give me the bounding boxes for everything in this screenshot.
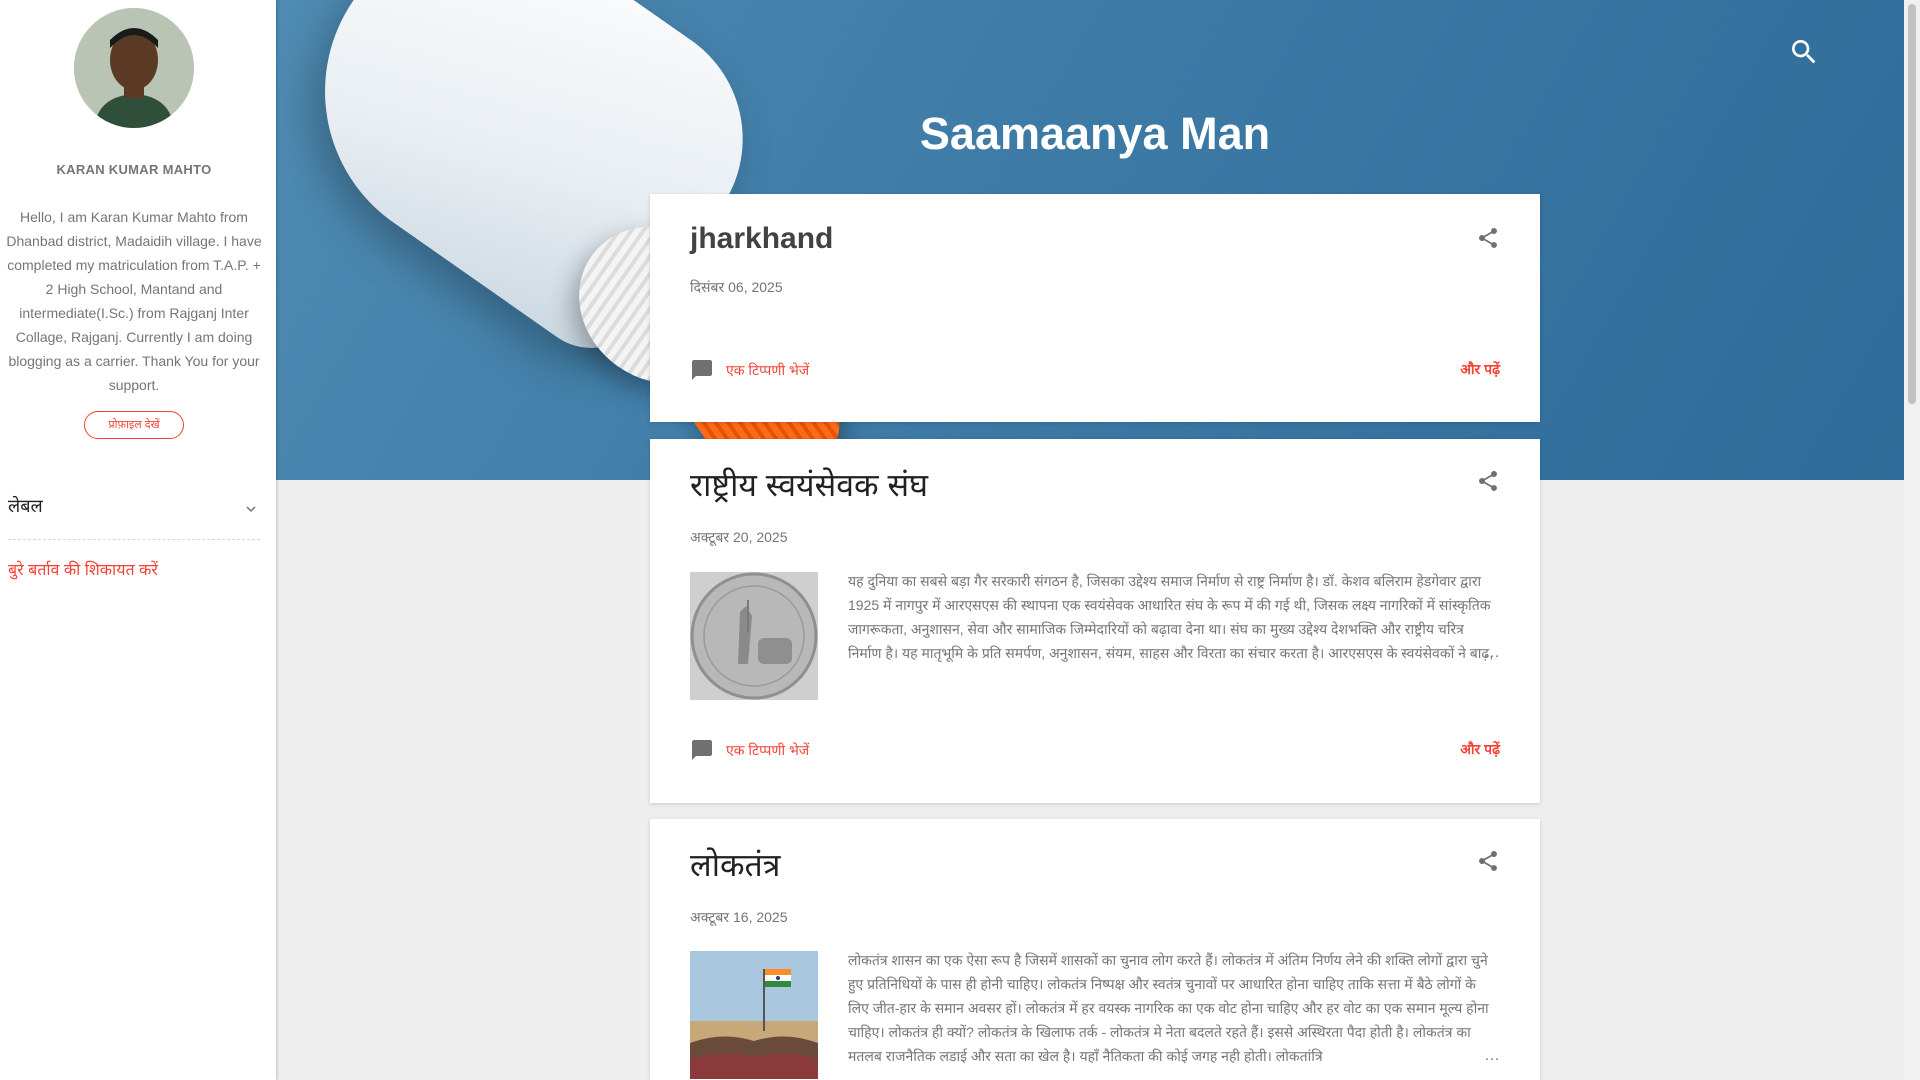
profile-about: Hello, I am Karan Kumar Mahto from Dhanb…	[6, 209, 262, 393]
read-more-link[interactable]: और पढ़ें	[1460, 740, 1500, 759]
post-card: jharkhand दिसंबर 06, 2025 एक टिप्पणी भेज…	[650, 194, 1540, 422]
comment-icon	[692, 360, 712, 380]
profile-name[interactable]: KARAN KUMAR MAHTO	[0, 162, 268, 177]
post-card: राष्ट्रीय स्वयंसेवक संघ अक्टूबर 20, 2025…	[650, 439, 1540, 803]
post-date[interactable]: अक्टूबर 20, 2025	[690, 528, 788, 547]
avatar[interactable]	[74, 8, 194, 128]
flag-crowd-thumbnail-image	[690, 951, 818, 1079]
chevron-down-icon	[246, 506, 256, 512]
comment-label: एक टिप्पणी भेजें	[726, 741, 810, 758]
snippet-ellipsis[interactable]: …	[1484, 1047, 1500, 1065]
share-icon	[1479, 228, 1497, 248]
share-button[interactable]	[1476, 849, 1500, 873]
coin-thumbnail-image	[690, 572, 818, 700]
post-date[interactable]: दिसंबर 06, 2025	[690, 278, 783, 297]
share-icon	[1479, 851, 1497, 871]
post-date[interactable]: अक्टूबर 16, 2025	[690, 908, 788, 927]
comment-label: एक टिप्पणी भेजें	[726, 361, 810, 378]
share-button[interactable]	[1476, 469, 1500, 493]
view-profile-button[interactable]: प्रोफ़ाइल देखें	[84, 411, 184, 439]
share-icon	[1479, 471, 1497, 491]
sidebar: KARAN KUMAR MAHTO Hello, I am Karan Kuma…	[0, 0, 276, 1080]
report-abuse-link[interactable]: बुरे बर्ताव की शिकायत करें	[8, 558, 158, 580]
post-thumbnail[interactable]	[690, 951, 818, 1079]
blog-title[interactable]: Saamaanya Man	[650, 108, 1540, 160]
post-card: लोकतंत्र अक्टूबर 16, 2025 लोकतंत्र शासन …	[650, 819, 1540, 1080]
scrollbar-thumb[interactable]	[1908, 4, 1916, 404]
post-title[interactable]: jharkhand	[690, 222, 833, 256]
read-more-link[interactable]: और पढ़ें	[1460, 360, 1500, 379]
post-snippet: यह दुनिया का सबसे बड़ा गैर सरकारी संगठन …	[848, 573, 1494, 661]
search-button[interactable]	[1788, 36, 1820, 68]
post-title[interactable]: लोकतंत्र	[690, 843, 780, 886]
comment-icon	[692, 740, 712, 760]
post-thumbnail[interactable]	[690, 572, 818, 700]
labels-section-header[interactable]: लेबल	[8, 494, 260, 540]
page-scrollbar[interactable]	[1904, 0, 1920, 1080]
share-button[interactable]	[1476, 226, 1500, 250]
comment-link[interactable]: एक टिप्पणी भेजें	[690, 738, 809, 762]
snippet-ellipsis[interactable]: …	[1484, 644, 1500, 662]
comment-link[interactable]: एक टिप्पणी भेजें	[690, 358, 809, 382]
post-title[interactable]: राष्ट्रीय स्वयंसेवक संघ	[690, 463, 928, 506]
post-snippet: लोकतंत्र शासन का एक ऐसा रूप है जिसमें शा…	[848, 952, 1489, 1064]
profile-photo	[74, 8, 194, 128]
labels-heading: लेबल	[8, 496, 43, 516]
search-icon	[1792, 40, 1816, 64]
